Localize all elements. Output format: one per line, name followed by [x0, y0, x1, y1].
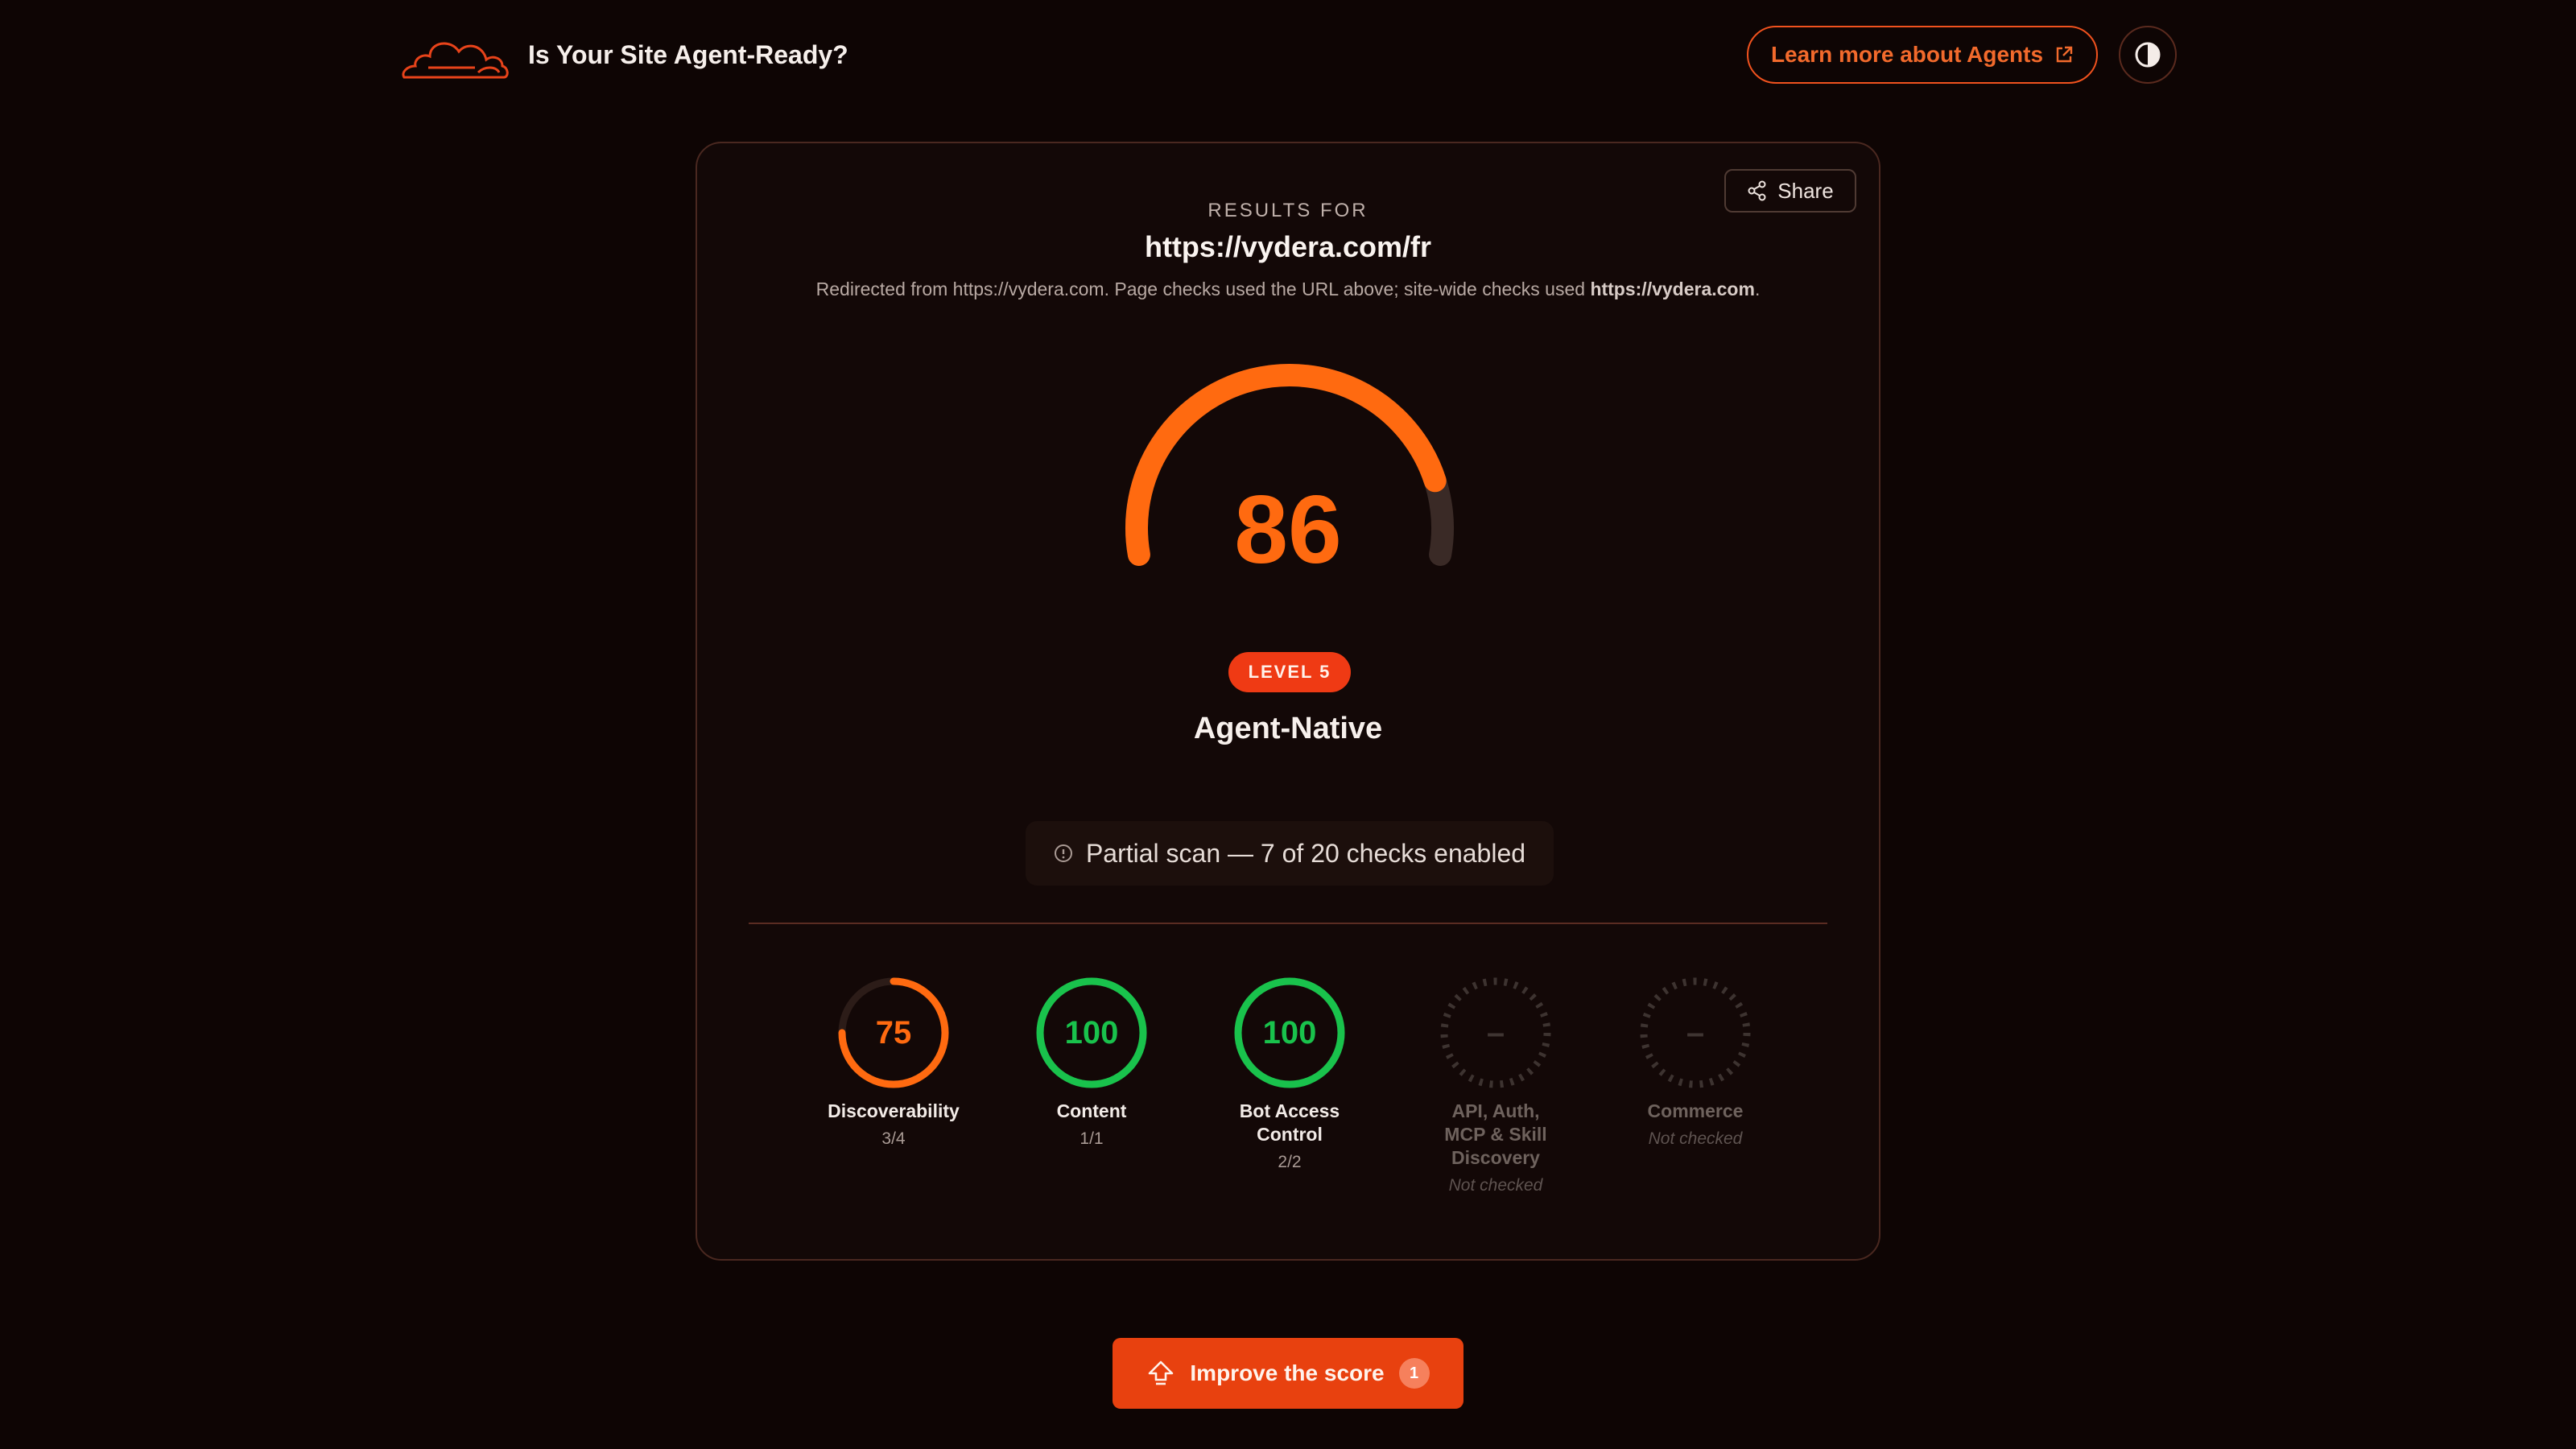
partial-scan-notice: Partial scan — 7 of 20 checks enabled [1026, 821, 1554, 886]
partial-scan-text: Partial scan — 7 of 20 checks enabled [1085, 838, 1526, 868]
level-name: Agent-Native [1193, 712, 1383, 745]
redirect-site: https://vydera.com [1590, 279, 1755, 299]
category-ring: 100 [1234, 977, 1345, 1088]
category-sub: 2/2 [1278, 1153, 1302, 1171]
results-for-label: RESULTS FOR [1208, 200, 1368, 221]
category-name: API, Auth, MCP & Skill Discovery [1444, 1100, 1547, 1168]
category-sub: Not checked [1448, 1176, 1543, 1195]
redirect-suffix: . [1754, 279, 1761, 299]
category-api-auth-mcp-skill-discovery[interactable]: – API, Auth, MCP & Skill Discovery Not che… [1431, 972, 1560, 1195]
category-ring: – [1440, 977, 1551, 1088]
results-url: https://vydera.com/fr [1144, 230, 1432, 263]
share-icon [1748, 180, 1766, 201]
category-discoverability[interactable]: 75 Discoverability 3/4 [805, 972, 982, 1149]
results-card: Share RESULTS FOR https://vydera.com/fr … [696, 142, 1880, 1261]
theme-toggle-button[interactable] [2119, 26, 2177, 84]
category-ring: – [1640, 977, 1751, 1088]
header: Is Your Site Agent-Ready? Learn more abo… [0, 0, 2576, 113]
category-commerce[interactable]: – Commerce Not checked [1607, 972, 1784, 1149]
category-content[interactable]: 100 Content 1/1 [1003, 972, 1180, 1149]
redirect-prefix: Redirected from https://vydera.com. Page… [815, 279, 1591, 299]
category-ring: 75 [838, 977, 949, 1088]
redirect-note: Redirected from https://vydera.com. Page… [697, 279, 1879, 300]
improve-score-label: Improve the score [1190, 1360, 1385, 1385]
category-score: 100 [1065, 1015, 1119, 1051]
divider [749, 923, 1827, 924]
category-sub: 1/1 [1080, 1129, 1104, 1148]
category-score: 75 [876, 1015, 912, 1051]
level-badge: LEVEL 5 [1228, 652, 1351, 692]
category-score: – [1487, 1015, 1505, 1051]
improve-count-badge: 1 [1398, 1358, 1430, 1389]
learn-more-label: Learn more about Agents [1770, 42, 2044, 67]
category-name: Content [1056, 1100, 1127, 1121]
category-sub: Not checked [1648, 1129, 1743, 1148]
improve-score-button[interactable]: Improve the score 1 [1113, 1338, 1463, 1409]
category-sub: 3/4 [881, 1129, 906, 1148]
category-name: Bot Access Control [1239, 1100, 1340, 1145]
category-score: – [1686, 1015, 1704, 1051]
info-icon [1054, 844, 1072, 862]
external-link-icon [2056, 46, 2073, 63]
overall-score: 86 [1234, 476, 1342, 584]
category-name: Discoverability [828, 1100, 960, 1121]
cloud-logo-icon[interactable] [398, 27, 510, 82]
arrow-up-icon [1149, 1360, 1174, 1385]
category-ring: 100 [1036, 977, 1147, 1088]
learn-more-button[interactable]: Learn more about Agents [1747, 26, 2098, 84]
category-bot-access-control[interactable]: 100 Bot Access Control 2/2 [1225, 972, 1354, 1172]
category-score: 100 [1263, 1015, 1317, 1051]
contrast-icon [2135, 42, 2161, 68]
category-name: Commerce [1647, 1100, 1744, 1121]
site-title: Is Your Site Agent-Ready? [528, 40, 848, 69]
